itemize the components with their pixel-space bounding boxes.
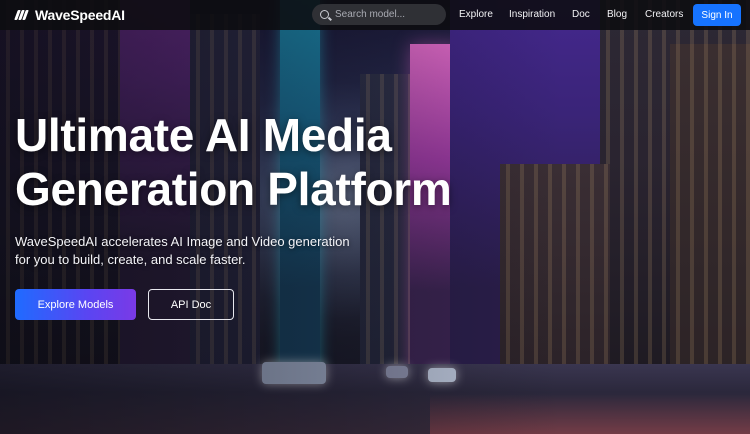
top-navbar: WaveSpeedAI Explore Inspiration Doc Blog… [0,0,750,30]
sign-in-button[interactable]: Sign In [693,4,741,26]
explore-models-button[interactable]: Explore Models [15,289,136,320]
hero-title: Ultimate AI Media Generation Platform [15,108,575,216]
brand-logo[interactable]: WaveSpeedAI [14,7,125,23]
nav-link-explore[interactable]: Explore [459,9,493,20]
search-bar[interactable] [312,4,446,25]
brand-name: WaveSpeedAI [35,7,125,23]
hero-title-line-1: Ultimate AI Media [15,109,392,161]
nav-link-inspiration[interactable]: Inspiration [509,9,555,20]
nav-link-doc[interactable]: Doc [572,9,590,20]
search-input[interactable] [335,9,435,20]
search-icon [320,10,329,19]
nav-link-blog[interactable]: Blog [607,9,627,20]
hero-subtitle-line-1: WaveSpeedAI accelerates AI Image and Vid… [15,234,350,249]
hero-subtitle: WaveSpeedAI accelerates AI Image and Vid… [15,233,375,269]
background-overlay [0,0,750,434]
wave-logo-icon [14,8,29,22]
hero-background-image [0,0,750,434]
hero-subtitle-line-2: for you to build, create, and scale fast… [15,252,246,267]
api-doc-button[interactable]: API Doc [148,289,234,320]
nav-link-creators[interactable]: Creators [645,9,683,20]
hero-title-line-2: Generation Platform [15,163,452,215]
